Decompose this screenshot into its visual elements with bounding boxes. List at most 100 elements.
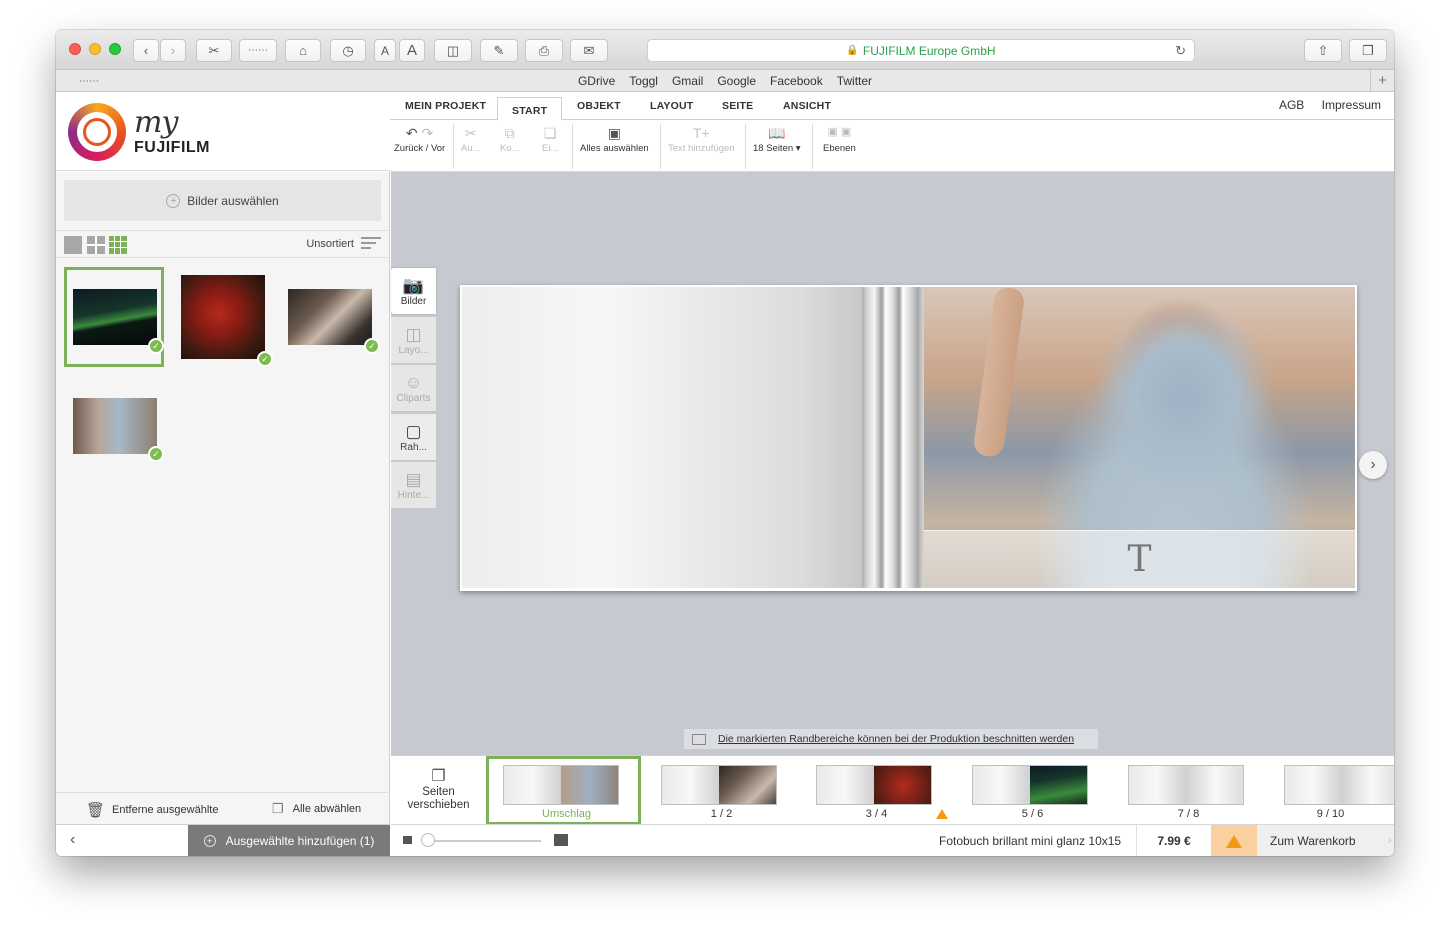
next-page-chevron-icon[interactable]: › (1359, 451, 1387, 479)
cut-button[interactable]: ✂ Au... (461, 125, 481, 154)
bleed-notice-text[interactable]: Die markierten Randbereiche können bei d… (718, 733, 1074, 745)
zoom-out-image-icon[interactable] (403, 836, 412, 844)
undo-redo-button[interactable]: ↶ ↷ Zurück / Vor (394, 125, 445, 154)
page-thumb-5-6[interactable]: 5 / 6 (955, 756, 1110, 825)
layers-button[interactable]: ▣ ▣ Ebenen (823, 125, 856, 154)
zoom-slider-handle[interactable] (421, 833, 435, 847)
zoom-window-button[interactable] (109, 43, 121, 55)
sort-label[interactable]: Unsortiert (306, 238, 354, 250)
minimize-window-button[interactable] (89, 43, 101, 55)
tab-ansicht[interactable]: ANSICHT (783, 100, 831, 112)
chevron-right-icon: › (1387, 831, 1392, 847)
share-button[interactable]: ⇧ (1304, 39, 1342, 62)
warnings-button[interactable] (1211, 825, 1257, 856)
print-button[interactable]: ⎙ (525, 39, 563, 62)
product-price: 7.99 € (1136, 825, 1211, 856)
image-thumbnail[interactable] (73, 398, 157, 454)
clock-icon: ◷ (342, 42, 354, 58)
pages-dropdown[interactable]: 📖 18 Seiten ▾ (753, 125, 801, 154)
tool-backgrounds[interactable]: ▤ Hinte... (391, 462, 436, 508)
bookmark-toggl[interactable]: Toggl (629, 74, 658, 88)
bookmark-facebook[interactable]: Facebook (770, 74, 823, 88)
cart-button[interactable]: Zum Warenkorb › (1257, 825, 1394, 856)
envelope-icon: ✉ (583, 42, 595, 58)
status-bar: Fotobuch brillant mini glanz 10x15 7.99 … (391, 824, 1394, 856)
page-thumb-cover[interactable]: Umschlag (486, 756, 641, 825)
bookmark-google[interactable]: Google (717, 74, 756, 88)
address-bar[interactable]: 🔒 FUJIFILM Europe GmbH ↻ (647, 39, 1195, 62)
add-selected-button[interactable]: + Ausgewählte hinzufügen (1) (188, 825, 390, 856)
annotate-button[interactable]: ✎ (480, 39, 518, 62)
tab-seite[interactable]: SEITE (722, 100, 753, 112)
tab-mein-projekt[interactable]: MEIN PROJEKT (405, 100, 486, 112)
text-smaller-button[interactable]: A (374, 39, 396, 62)
cover-spread[interactable]: T (460, 285, 1357, 591)
menu-tabs: MEIN PROJEKT START OBJEKT LAYOUT SEITE A… (390, 93, 1394, 121)
grid-icon: ⋯⋯ (248, 45, 268, 56)
logo-ring-icon (68, 103, 126, 161)
pages-strip: ❐ Seiten verschieben Umschlag 1 / 2 3 / … (391, 755, 1394, 825)
tool-frames[interactable]: ▢ Rah... (391, 414, 436, 460)
impressum-link[interactable]: Impressum (1322, 98, 1381, 112)
sort-icon[interactable] (361, 237, 381, 252)
cover-text-field[interactable]: T (924, 530, 1355, 588)
text-larger-button[interactable]: A (399, 39, 425, 62)
bookmark-twitter[interactable]: Twitter (837, 74, 872, 88)
share-icon: ⇧ (1317, 42, 1329, 58)
screenshot-button[interactable]: ✂ (196, 39, 232, 62)
tool-layout[interactable]: ◫ Layo... (391, 317, 436, 363)
tabs-icon: ❐ (1362, 42, 1374, 58)
deselect-all-button[interactable]: ❐ Alle abwählen (272, 801, 361, 817)
page-thumb-1-2[interactable]: 1 / 2 (644, 756, 799, 825)
tab-layout[interactable]: LAYOUT (650, 100, 693, 112)
tool-images[interactable]: 📷 Bilder (391, 268, 436, 314)
tab-start[interactable]: START (497, 97, 563, 121)
back-button[interactable]: ‹ (133, 39, 159, 62)
image-thumbnail[interactable] (181, 275, 265, 359)
image-thumbnail[interactable] (288, 289, 372, 345)
tool-cliparts[interactable]: ☺ Cliparts (391, 365, 436, 411)
sidebar-button[interactable]: ◫ (434, 39, 472, 62)
tabs-button[interactable]: ❐ (1349, 39, 1387, 62)
forward-button[interactable]: › (160, 39, 186, 62)
bookmarks-bar: ⋯⋯ GDrive Toggl Gmail Google Facebook Tw… (56, 70, 1394, 92)
back-cover[interactable] (462, 287, 862, 588)
printer-icon: ⎙ (538, 42, 550, 58)
reload-icon[interactable]: ↻ (1175, 43, 1186, 59)
mail-button[interactable]: ✉ (570, 39, 608, 62)
page-thumb-9-10[interactable]: 9 / 10 (1267, 756, 1394, 825)
move-pages-button[interactable]: ❐ Seiten verschieben (391, 756, 486, 825)
left-panel-actions: 🗑 Entferne ausgewählte ❐ Alle abwählen (56, 792, 390, 824)
tab-objekt[interactable]: OBJEKT (577, 100, 621, 112)
agb-link[interactable]: AGB (1279, 98, 1304, 112)
new-tab-plus-icon[interactable]: + (1370, 70, 1394, 91)
add-text-button[interactable]: T+ Text hinzufügen (668, 125, 735, 154)
logo-brand: FUJIFILM (134, 139, 210, 156)
view-medium-icon[interactable] (87, 236, 105, 254)
apps-grid-icon[interactable]: ⋯⋯ (79, 76, 99, 87)
image-thumbnail[interactable] (73, 289, 157, 345)
history-button[interactable]: ◷ (330, 39, 366, 62)
copy-button[interactable]: ⧉ Ko... (500, 125, 520, 154)
view-large-icon[interactable] (64, 236, 82, 254)
scissors-icon: ✂ (464, 125, 477, 141)
zoom-in-image-icon[interactable] (554, 834, 568, 846)
select-all-button[interactable]: ▣ Alles auswählen (580, 125, 649, 154)
page-thumb-3-4[interactable]: 3 / 4 (799, 756, 954, 825)
bookmark-gdrive[interactable]: GDrive (578, 74, 615, 88)
bleed-notice-checkbox[interactable] (692, 733, 706, 745)
apps-button[interactable]: ⋯⋯ (239, 39, 277, 62)
remove-selected-button[interactable]: 🗑 Entferne ausgewählte (86, 801, 218, 819)
pick-images-button[interactable]: + Bilder auswählen (64, 180, 381, 221)
paste-button[interactable]: ❏ Ei... (542, 125, 558, 154)
page-thumb-7-8[interactable]: 7 / 8 (1111, 756, 1266, 825)
myfujifilm-logo[interactable]: my FUJIFILM (56, 93, 390, 171)
bookmark-gmail[interactable]: Gmail (672, 74, 703, 88)
view-small-icon[interactable] (109, 236, 127, 254)
collapse-panel-chevron-icon[interactable]: ‹ (70, 831, 75, 849)
close-window-button[interactable] (69, 43, 81, 55)
text-plus-icon: T+ (692, 125, 710, 141)
view-options-bar: Unsortiert (56, 230, 390, 258)
home-button[interactable]: ⌂ (285, 39, 321, 62)
zoom-slider-track[interactable] (421, 840, 541, 842)
